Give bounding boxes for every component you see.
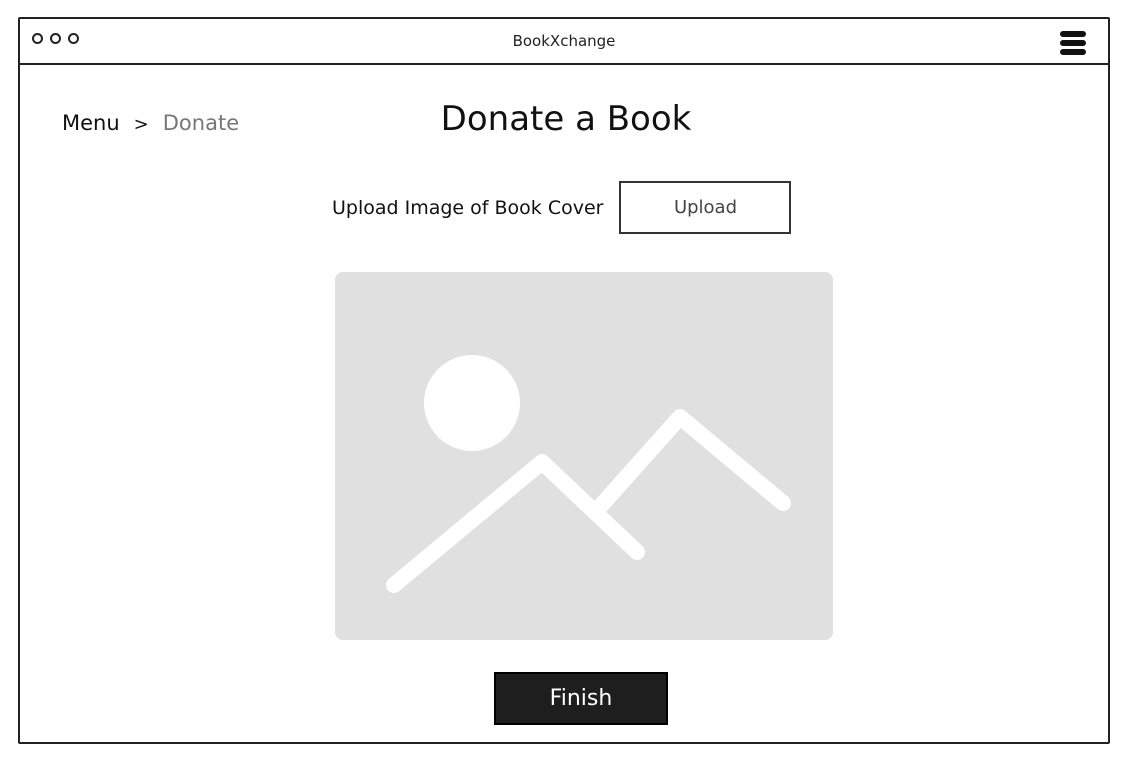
- page-title: Donate a Book: [440, 99, 692, 139]
- mountain-left-shape: [386, 454, 645, 593]
- upload-button[interactable]: Upload: [619, 181, 792, 234]
- hamburger-line: [1060, 40, 1086, 46]
- image-placeholder-icon: [386, 355, 791, 593]
- upload-label: Upload Image of Book Cover: [332, 196, 604, 219]
- sun-shape: [424, 355, 520, 451]
- book-cover-preview: [335, 272, 833, 640]
- finish-button[interactable]: Finish: [494, 672, 668, 725]
- upload-row: Upload Image of Book Cover Upload: [332, 181, 792, 234]
- window-titlebar: BookXchange: [20, 19, 1108, 65]
- hamburger-line: [1060, 31, 1086, 37]
- hamburger-line: [1060, 49, 1086, 55]
- mountain-right-shape: [589, 409, 791, 518]
- window-title: BookXchange: [512, 32, 616, 50]
- browser-window: BookXchange Menu > Donate Donate a Book …: [18, 17, 1110, 744]
- hamburger-menu-icon[interactable]: [1060, 31, 1086, 55]
